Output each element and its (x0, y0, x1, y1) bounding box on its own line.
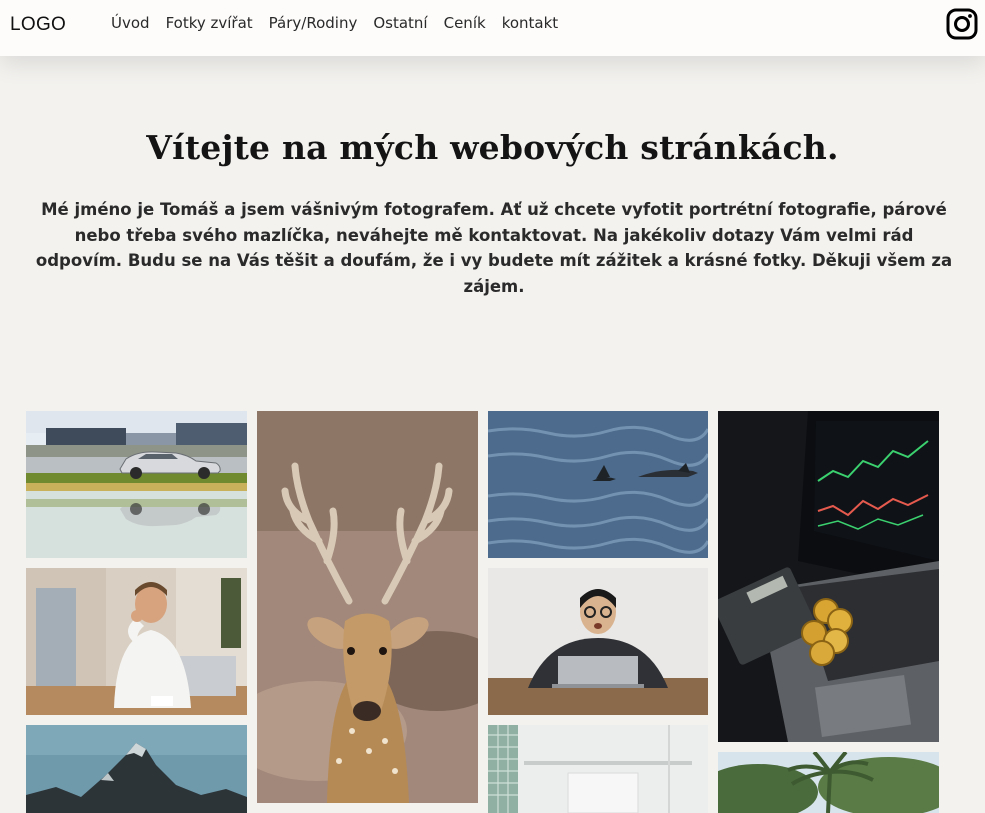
intro-text: Mé jméno je Tomáš a jsem vášnivým fotogr… (35, 200, 953, 296)
nav-item-cenik[interactable]: Ceník (444, 14, 486, 32)
gallery-photo-dolphins[interactable] (488, 411, 708, 558)
instagram-icon[interactable] (946, 8, 978, 40)
nav-item-kontakt[interactable]: kontakt (502, 14, 558, 32)
site-logo[interactable]: LOGO (10, 14, 66, 36)
nav-item-uvod[interactable]: Úvod (111, 14, 150, 32)
nav-item-fotky-zvirat[interactable]: Fotky zvířat (166, 14, 253, 32)
nav-item-pary-rodiny[interactable]: Páry/Rodiny (269, 14, 358, 32)
site-header: LOGO Úvod Fotky zvířat Páry/Rodiny Ostat… (0, 0, 985, 56)
nav-item-ostatni[interactable]: Ostatní (373, 14, 427, 32)
gallery-photo-businessman[interactable] (26, 568, 247, 715)
gallery-photo-mountains[interactable] (26, 725, 247, 813)
gallery-photo-car[interactable] (26, 411, 247, 558)
gallery-photo-palms[interactable] (718, 752, 939, 813)
gallery-photo-laptop-man[interactable] (488, 568, 708, 715)
gallery-photo-deer[interactable] (257, 411, 478, 803)
page-title: Vítejte na mých webových stránkách. (146, 128, 839, 167)
main-nav: Úvod Fotky zvířat Páry/Rodiny Ostatní Ce… (111, 14, 574, 32)
gallery-photo-trading[interactable] (718, 411, 939, 742)
gallery-photo-interior[interactable] (488, 725, 708, 813)
